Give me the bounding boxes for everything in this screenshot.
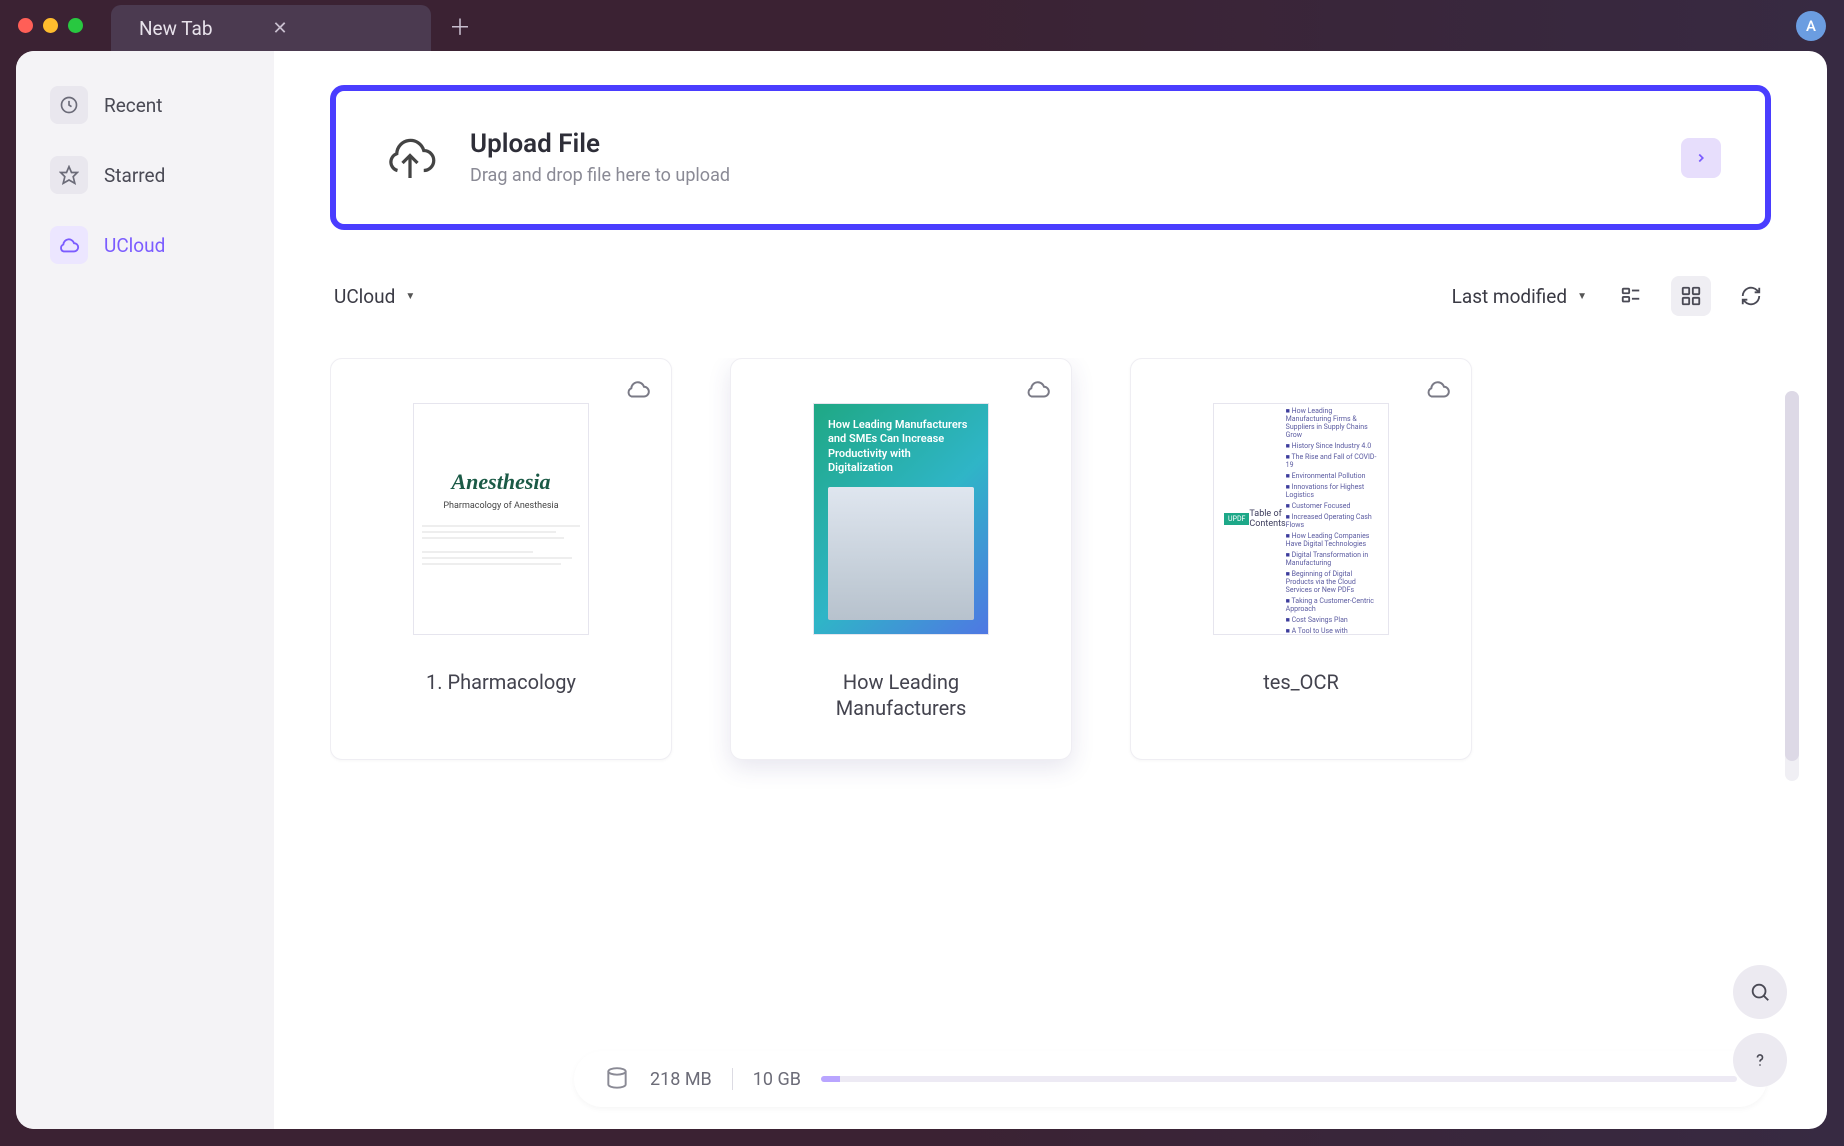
source-label: UCloud bbox=[334, 285, 395, 308]
sidebar-item-starred[interactable]: Starred bbox=[36, 151, 254, 199]
thumb-toc: Impact of Digitalization on Today's Reta… bbox=[1286, 403, 1378, 635]
window-controls bbox=[18, 18, 83, 33]
window-titlebar: New Tab ✕ ＋ A bbox=[0, 0, 1844, 51]
new-tab-button[interactable]: ＋ bbox=[449, 10, 471, 42]
file-thumbnail: How Leading Manufacturers and SMEs Can I… bbox=[813, 403, 989, 635]
refresh-button[interactable] bbox=[1731, 276, 1771, 316]
star-icon bbox=[50, 156, 88, 194]
caret-down-icon: ▼ bbox=[405, 291, 415, 302]
clock-icon bbox=[50, 86, 88, 124]
upload-subtitle: Drag and drop file here to upload bbox=[470, 165, 730, 186]
file-thumbnail: UPDF Table of Contents Impact of Digital… bbox=[1213, 403, 1389, 635]
tab-close-button[interactable]: ✕ bbox=[273, 18, 288, 39]
search-fab[interactable] bbox=[1733, 965, 1787, 1019]
window-close-button[interactable] bbox=[18, 18, 33, 33]
divider bbox=[732, 1068, 733, 1090]
thumb-subheading: Pharmacology of Anesthesia bbox=[443, 501, 558, 511]
thumb-brand: UPDF bbox=[1224, 513, 1249, 525]
sidebar-item-label: Starred bbox=[104, 164, 165, 187]
source-select[interactable]: UCloud ▼ bbox=[330, 277, 419, 316]
tab-title: New Tab bbox=[139, 17, 213, 40]
file-title: tes_OCR bbox=[1263, 669, 1339, 695]
storage-progress-fill bbox=[821, 1076, 841, 1082]
scrollbar-thumb[interactable] bbox=[1785, 391, 1799, 761]
cloud-status-icon bbox=[625, 377, 651, 403]
thumb-heading: How Leading Manufacturers and SMEs Can I… bbox=[828, 418, 974, 475]
upload-expand-button[interactable] bbox=[1681, 138, 1721, 178]
storage-icon bbox=[604, 1066, 630, 1092]
caret-down-icon: ▼ bbox=[1577, 291, 1587, 302]
file-card[interactable]: UPDF Table of Contents Impact of Digital… bbox=[1130, 358, 1472, 760]
file-card[interactable]: Anesthesia Pharmacology of Anesthesia 1.… bbox=[330, 358, 672, 760]
upload-text: Upload File Drag and drop file here to u… bbox=[470, 129, 730, 186]
window-zoom-button[interactable] bbox=[68, 18, 83, 33]
storage-total: 10 GB bbox=[753, 1069, 801, 1090]
cloud-status-icon bbox=[1425, 377, 1451, 403]
view-grid-button[interactable] bbox=[1671, 276, 1711, 316]
sidebar-item-label: Recent bbox=[104, 94, 163, 117]
cloud-status-icon bbox=[1025, 377, 1051, 403]
sidebar-item-ucloud[interactable]: UCloud bbox=[36, 221, 254, 269]
storage-used: 218 MB bbox=[650, 1069, 712, 1090]
thumb-heading: Anesthesia bbox=[451, 469, 550, 495]
cloud-upload-icon bbox=[380, 133, 440, 183]
file-toolbar: UCloud ▼ Last modified ▼ bbox=[330, 276, 1771, 316]
help-fab[interactable] bbox=[1733, 1033, 1787, 1087]
file-title: How Leading Manufacturers bbox=[781, 669, 1021, 721]
upload-title: Upload File bbox=[470, 129, 730, 159]
sidebar-item-recent[interactable]: Recent bbox=[36, 81, 254, 129]
file-card[interactable]: How Leading Manufacturers and SMEs Can I… bbox=[730, 358, 1072, 760]
sort-label: Last modified bbox=[1452, 285, 1567, 308]
view-list-button[interactable] bbox=[1611, 276, 1651, 316]
file-thumbnail: Anesthesia Pharmacology of Anesthesia bbox=[413, 403, 589, 635]
avatar[interactable]: A bbox=[1796, 11, 1826, 41]
upload-dropzone[interactable]: Upload File Drag and drop file here to u… bbox=[330, 85, 1771, 230]
app-window: Recent Starred UCloud Uploa bbox=[16, 51, 1827, 1129]
file-title: 1. Pharmacology bbox=[426, 669, 576, 695]
sidebar-item-label: UCloud bbox=[104, 234, 165, 257]
sidebar: Recent Starred UCloud bbox=[16, 51, 274, 1129]
window-minimize-button[interactable] bbox=[43, 18, 58, 33]
sort-select[interactable]: Last modified ▼ bbox=[1448, 277, 1591, 316]
file-grid: Anesthesia Pharmacology of Anesthesia 1.… bbox=[330, 358, 1771, 900]
storage-bar: 218 MB 10 GB bbox=[574, 1051, 1767, 1107]
browser-tab[interactable]: New Tab ✕ bbox=[111, 5, 431, 53]
vertical-scrollbar[interactable] bbox=[1785, 391, 1799, 781]
thumb-heading: Table of Contents bbox=[1249, 509, 1285, 529]
cloud-icon bbox=[50, 226, 88, 264]
avatar-initial: A bbox=[1806, 17, 1816, 35]
storage-progress bbox=[821, 1076, 1737, 1082]
content-area: Upload File Drag and drop file here to u… bbox=[274, 51, 1827, 1129]
